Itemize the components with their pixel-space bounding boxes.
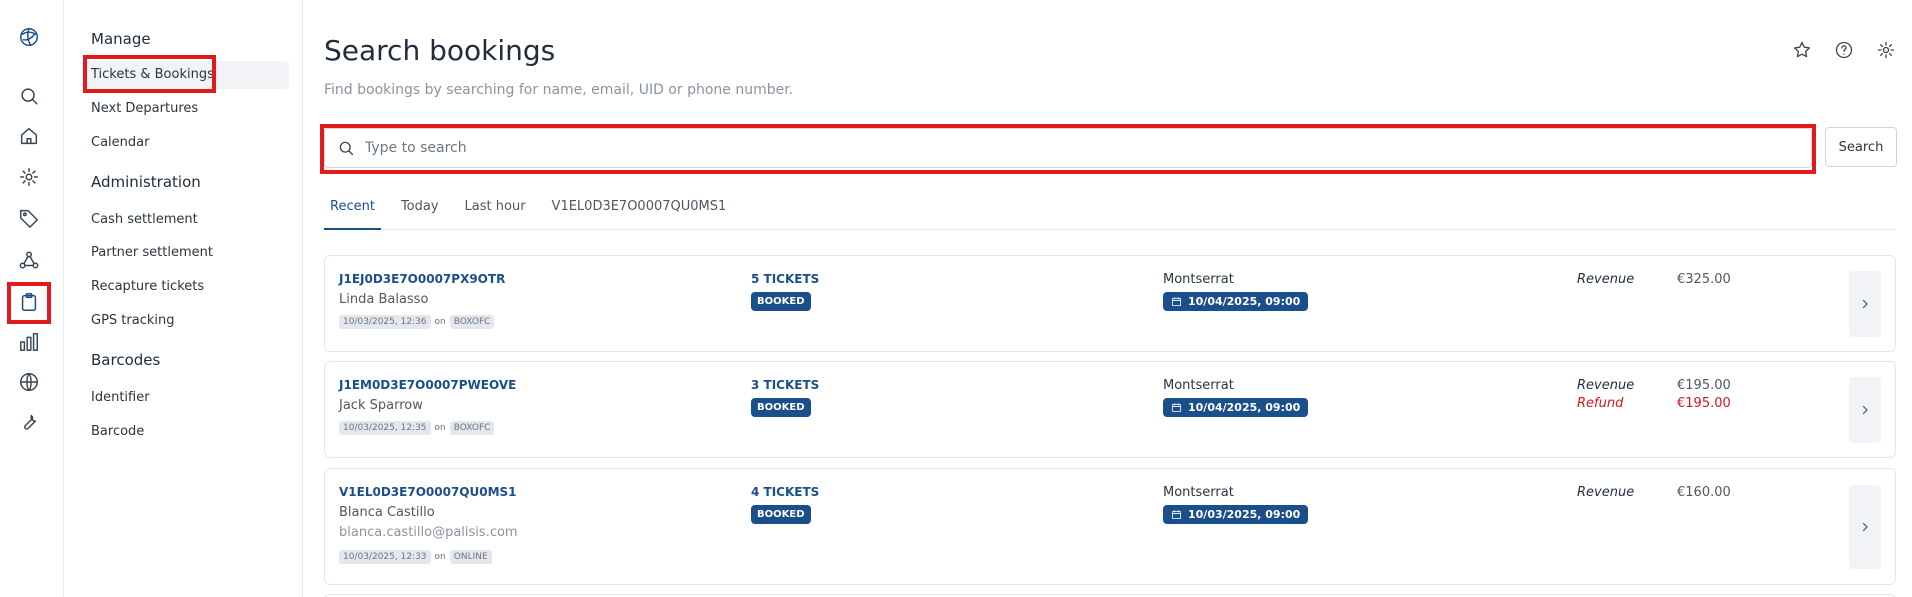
clipboard-icon[interactable] (14, 287, 44, 317)
on-label: on (434, 317, 446, 327)
refund-label: Refund (1577, 396, 1624, 411)
channel-chip: ONLINE (449, 550, 492, 564)
status-badge: BOOKED (751, 398, 811, 417)
tab-recent[interactable]: Recent (324, 196, 381, 230)
settings-icon[interactable] (1874, 38, 1898, 62)
open-booking-button[interactable] (1849, 377, 1881, 443)
chevron-right-icon (1862, 405, 1868, 415)
nav-item-partner-settlement[interactable]: Partner settlement (91, 245, 213, 260)
booking-meta: 10/03/2025, 12:35 on BOXOFC (339, 421, 495, 435)
page-subtitle: Find bookings by searching for name, ema… (324, 82, 794, 98)
star-icon[interactable] (1790, 38, 1814, 62)
booking-name: Blanca Castillo (339, 505, 435, 520)
search-box (324, 128, 1812, 168)
on-label: on (434, 423, 446, 433)
booking-uid[interactable]: J1EM0D3E7O0007PWEOVE (339, 378, 516, 392)
wrench-icon[interactable] (14, 407, 44, 437)
open-booking-button[interactable] (1849, 271, 1881, 337)
status-badge: BOOKED (751, 292, 811, 311)
created-chip: 10/03/2025, 12:33 (339, 550, 431, 564)
revenue-value: €160.00 (1677, 485, 1731, 500)
chevron-right-icon (1862, 522, 1868, 532)
booking-card[interactable]: V1EL0D3E7O0007QU0MS1 Blanca Castillo bla… (324, 468, 1896, 585)
nav-panel: Manage Tickets & Bookings Next Departure… (65, 0, 303, 597)
booking-name: Jack Sparrow (339, 398, 423, 413)
booking-uid[interactable]: J1EJ0D3E7O0007PX9OTR (339, 272, 505, 286)
destination: Montserrat (1163, 272, 1234, 287)
destination: Montserrat (1163, 378, 1234, 393)
globe-icon[interactable] (14, 367, 44, 397)
destination: Montserrat (1163, 485, 1234, 500)
booking-email: blanca.castillo@palisis.com (339, 525, 518, 540)
departure-date: 10/03/2025, 09:00 (1188, 508, 1301, 521)
nav-item-next-departures[interactable]: Next Departures (91, 101, 198, 116)
booking-card[interactable]: J1EM0D3E7O0007PWEOVE Jack Sparrow 10/03/… (324, 361, 1896, 458)
chevron-right-icon (1862, 299, 1868, 309)
nav-item-recapture-tickets[interactable]: Recapture tickets (91, 279, 204, 294)
nav-item-calendar[interactable]: Calendar (91, 135, 149, 150)
calendar-icon (1171, 403, 1182, 413)
search-icon[interactable] (14, 81, 44, 111)
revenue-label: Revenue (1577, 485, 1635, 500)
departure-badge: 10/03/2025, 09:00 (1163, 505, 1309, 524)
ticket-count: 5 TICKETS (751, 272, 820, 286)
search-icon (339, 141, 354, 156)
calendar-icon (1171, 510, 1182, 520)
main-content: Search bookings Find bookings by searchi… (304, 0, 1912, 597)
nav-heading-manage: Manage (91, 30, 151, 48)
tab-uid[interactable]: V1EL0D3E7O0007QU0MS1 (546, 196, 733, 230)
tab-last-hour[interactable]: Last hour (459, 196, 532, 230)
page-title: Search bookings (324, 34, 556, 67)
home-icon[interactable] (14, 121, 44, 151)
created-chip: 10/03/2025, 12:35 (339, 421, 431, 435)
search-button[interactable]: Search (1825, 127, 1897, 167)
nav-item-barcode[interactable]: Barcode (91, 424, 144, 439)
booking-meta: 10/03/2025, 12:33 on ONLINE (339, 550, 492, 564)
search-input[interactable] (365, 140, 1765, 156)
on-label: on (434, 552, 446, 562)
tag-icon[interactable] (14, 203, 44, 233)
booking-meta: 10/03/2025, 12:36 on BOXOFC (339, 315, 495, 329)
created-chip: 10/03/2025, 12:36 (339, 315, 431, 329)
nav-item-identifier[interactable]: Identifier (91, 390, 150, 405)
revenue-label: Revenue (1577, 272, 1635, 287)
help-icon[interactable] (1832, 38, 1856, 62)
ticket-count: 4 TICKETS (751, 485, 820, 499)
open-booking-button[interactable] (1849, 485, 1881, 569)
status-badge: BOOKED (751, 505, 811, 524)
nav-heading-barcodes: Barcodes (91, 351, 161, 369)
departure-badge: 10/04/2025, 09:00 (1163, 292, 1309, 311)
gear-icon[interactable] (14, 162, 44, 192)
revenue-value: €195.00 (1677, 378, 1731, 393)
header-actions (1790, 38, 1898, 62)
channel-chip: BOXOFC (449, 421, 495, 435)
ticket-count: 3 TICKETS (751, 378, 820, 392)
departure-date: 10/04/2025, 09:00 (1188, 295, 1301, 308)
nav-item-cash-settlement[interactable]: Cash settlement (91, 212, 198, 227)
booking-name: Linda Balasso (339, 292, 429, 307)
revenue-label: Revenue (1577, 378, 1635, 393)
booking-uid[interactable]: V1EL0D3E7O0007QU0MS1 (339, 485, 517, 499)
network-icon[interactable] (14, 245, 44, 275)
calendar-icon (1171, 297, 1182, 307)
tabs: Recent Today Last hour V1EL0D3E7O0007QU0… (324, 196, 1896, 230)
nav-item-tickets-bookings[interactable]: Tickets & Bookings (83, 61, 289, 89)
nav-item-gps-tracking[interactable]: GPS tracking (91, 313, 174, 328)
logo-icon[interactable] (14, 22, 44, 52)
refund-value: €195.00 (1677, 396, 1731, 411)
icon-rail (0, 0, 64, 597)
bar-chart-icon[interactable] (14, 327, 44, 357)
nav-heading-administration: Administration (91, 173, 201, 191)
departure-badge: 10/04/2025, 09:00 (1163, 398, 1309, 417)
revenue-value: €325.00 (1677, 272, 1731, 287)
departure-date: 10/04/2025, 09:00 (1188, 401, 1301, 414)
tab-today[interactable]: Today (395, 196, 445, 230)
booking-card[interactable]: J1EJ0D3E7O0007PX9OTR Linda Balasso 10/03… (324, 255, 1896, 352)
channel-chip: BOXOFC (449, 315, 495, 329)
